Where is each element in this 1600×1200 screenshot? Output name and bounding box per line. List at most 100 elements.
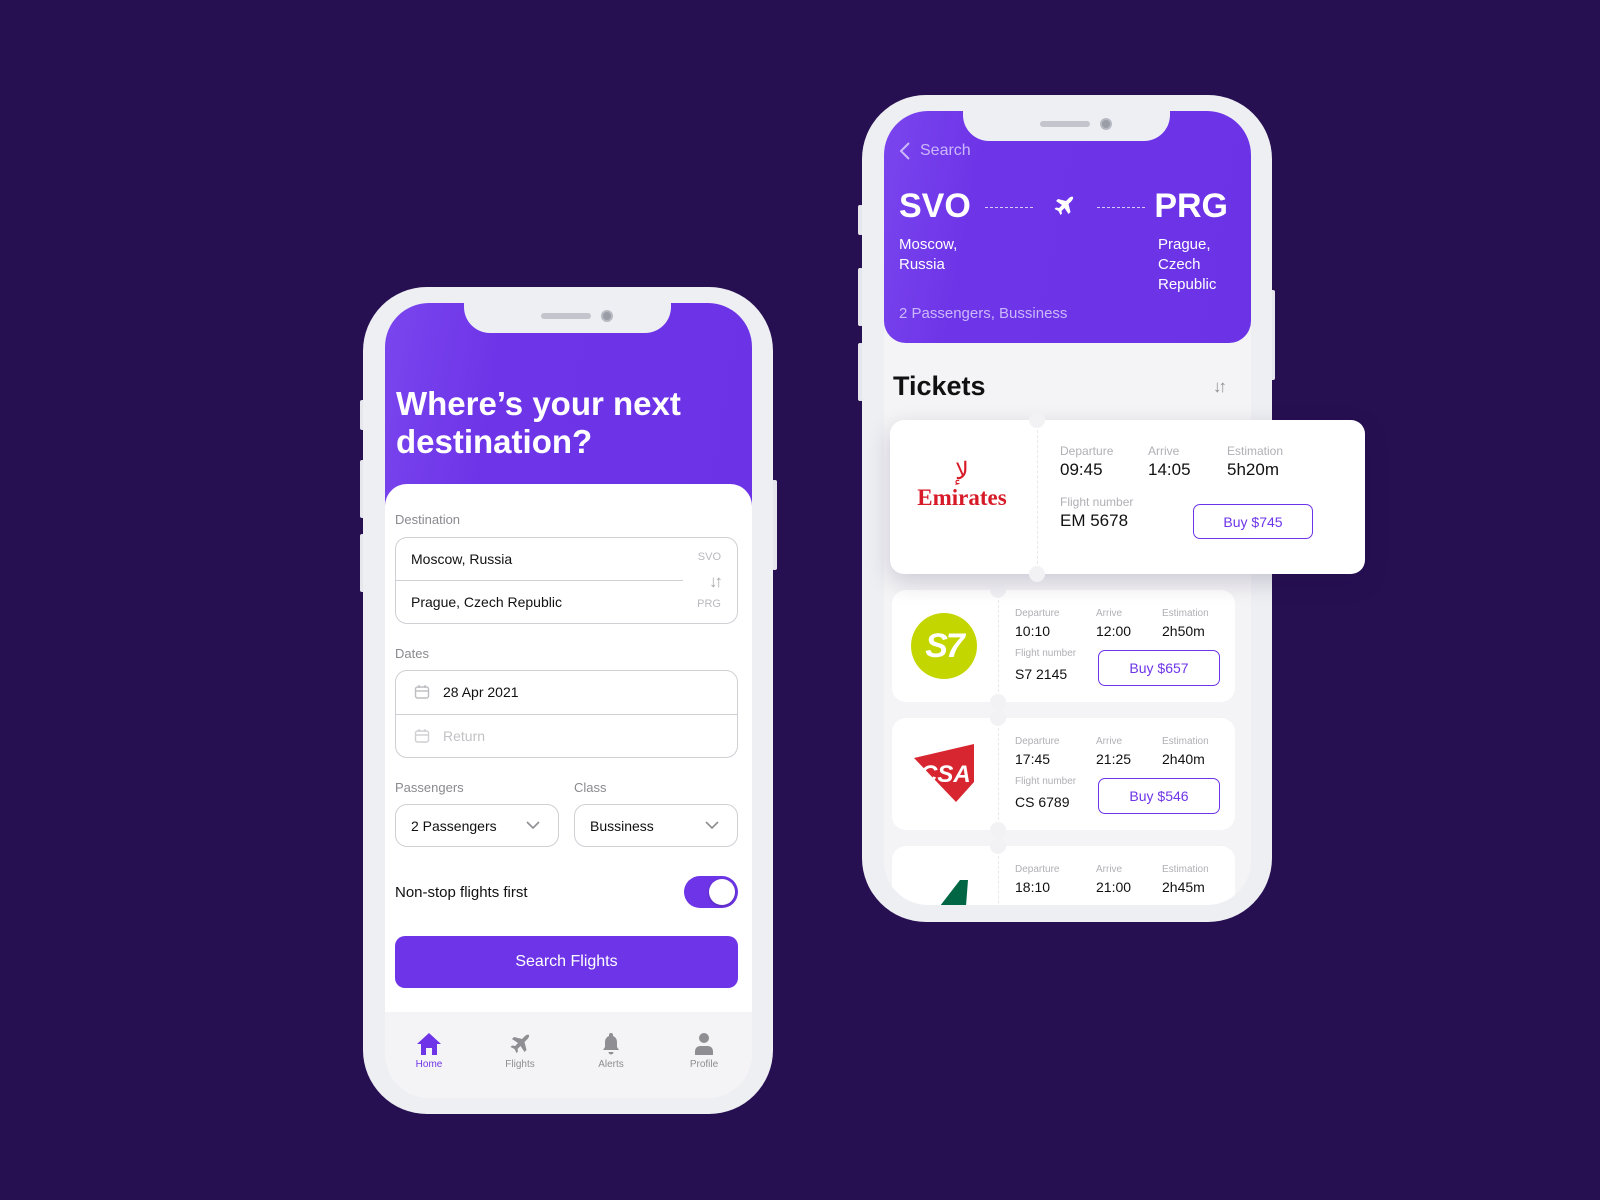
arrive-label: Arrive [1096,608,1123,619]
ticket-perforation [1037,420,1038,574]
arrive-label: Arrive [1096,736,1123,747]
chevron-left-icon [899,142,910,160]
nav-flights[interactable]: Flights [485,1032,555,1070]
ticket-notch [1029,566,1045,582]
ticket-card[interactable]: ﻹ Emirates Departure 09:45 Arrive 14:05 … [890,412,1365,582]
flight-number: EM 5678 [1060,511,1129,530]
from-input[interactable]: Moscow, Russia [411,551,512,567]
ticket-notch [990,694,1006,710]
passengers-value: 2 Passengers [411,818,497,834]
estimation-label: Estimation [1162,608,1209,619]
departure-time: 17:45 [1015,751,1051,767]
divider [396,580,683,581]
bell-icon [603,1033,619,1055]
return-date-input[interactable]: Return [443,728,485,744]
class-value: Bussiness [590,818,654,834]
buy-button[interactable]: Buy $745 [1193,504,1313,539]
ticket-perforation [998,718,999,830]
flight-number-label: Flight number [1015,648,1077,659]
buy-button[interactable]: Buy $546 [1098,778,1220,814]
passengers-dropdown[interactable]: 2 Passengers [395,804,559,847]
nonstop-toggle[interactable] [684,876,738,908]
estimation-label: Estimation [1162,864,1209,875]
departure-label: Departure [1015,608,1060,619]
arrive-label: Arrive [1148,444,1180,458]
from-code: SVO [697,551,721,563]
page-title: Where’s your next destination? [396,385,681,461]
nav-label: Home [415,1059,443,1070]
ticket-notch [990,710,1006,726]
plane-icon [510,1034,530,1053]
class-dropdown[interactable]: Bussiness [574,804,738,847]
arrive-time: 21:25 [1096,751,1132,767]
flight-number-label: Flight number [1060,495,1134,509]
search-summary: 2 Passengers, Bussiness [899,305,1068,322]
bottom-nav: Home Flights Alerts Profile [385,1012,752,1098]
destination-code: PRG [1154,187,1228,225]
buy-button[interactable]: Buy $657 [1098,650,1220,686]
toggle-knob [709,879,735,905]
csa-logo: CSA [914,744,974,802]
ticket-notch [1029,412,1045,428]
to-input[interactable]: Prague, Czech Republic [411,594,562,610]
route-line [1097,207,1145,208]
class-label: Class [574,780,607,795]
title-line-1: Where’s your next [396,385,681,422]
nav-label: Alerts [598,1059,624,1070]
sort-icon[interactable]: ↓↑ [1213,377,1227,397]
ticket-perforation [998,846,999,905]
estimation-value: 2h40m [1162,751,1205,767]
emirates-logo: ﻹ Emirates [912,457,1012,511]
back-button[interactable]: Search [899,142,971,160]
city-line: Moscow, [899,236,958,253]
flight-number: S7 2145 [1015,666,1068,682]
departure-label: Departure [1015,736,1060,747]
ticket-card[interactable]: S7 Departure 10:10 Arrive 12:00 Estimati… [892,582,1235,710]
ticket-notch [990,822,1006,838]
origin-code: SVO [899,187,971,225]
estimation-value: 2h50m [1162,623,1205,639]
speaker [1040,121,1090,127]
destination-city: Prague, Czech Republic [1158,235,1216,295]
ticket-card[interactable]: Departure 18:10 Arrive 21:00 Estimation … [892,838,1235,905]
departure-label: Departure [1015,864,1060,875]
departure-time: 09:45 [1060,460,1103,479]
camera [1100,118,1112,130]
arabic-mark: ﻹ [955,457,969,485]
nav-label: Profile [689,1059,719,1070]
plane-icon [1054,196,1074,215]
arrive-time: 21:00 [1096,879,1132,895]
chevron-down-icon [705,821,719,830]
calendar-icon [414,729,430,743]
nav-alerts[interactable]: Alerts [576,1032,646,1070]
speaker [541,313,591,319]
notch [963,111,1170,141]
arrive-time: 14:05 [1148,460,1191,479]
ticket-notch [990,582,1006,598]
ticket-notch [990,838,1006,854]
home-icon [417,1033,441,1055]
estimation-value: 2h45m [1162,879,1205,895]
nav-profile[interactable]: Profile [669,1032,739,1070]
camera [601,310,613,322]
ticket-card[interactable]: CSA Departure 17:45 Arrive 21:25 Estimat… [892,710,1235,838]
svg-text:CSA: CSA [920,761,971,788]
nav-home[interactable]: Home [394,1032,464,1070]
chevron-down-icon [526,821,540,830]
search-flights-button[interactable]: Search Flights [395,936,738,988]
user-icon [695,1033,713,1055]
estimation-value: 5h20m [1227,460,1279,479]
tickets-title: Tickets [893,371,986,401]
depart-date-input[interactable]: 28 Apr 2021 [443,684,519,700]
dates-label: Dates [395,646,429,661]
s7-logo: S7 [911,613,977,679]
arrive-time: 12:00 [1096,623,1132,639]
departure-time: 18:10 [1015,879,1051,895]
swap-vertical-icon[interactable]: ↓↑ [709,572,723,592]
origin-city: Moscow, Russia [899,235,957,275]
departure-label: Departure [1060,444,1114,458]
logo-wordmark: Emirates [917,485,1007,510]
to-code: PRG [697,598,721,610]
passengers-label: Passengers [395,780,464,795]
city-line: Russia [899,256,945,273]
